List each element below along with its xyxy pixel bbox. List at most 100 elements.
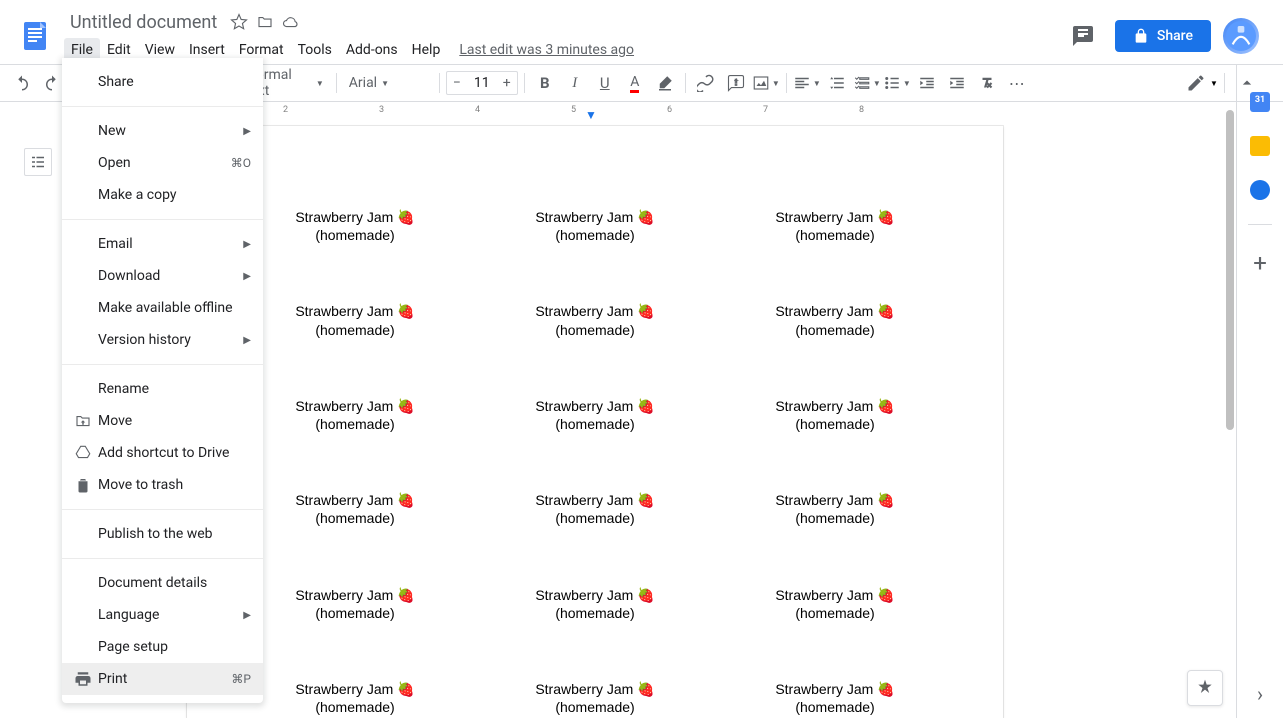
label-cell[interactable]: Strawberry Jam 🍓(homemade) [475, 397, 715, 433]
label-cell[interactable]: Strawberry Jam 🍓(homemade) [235, 302, 475, 338]
align-button[interactable]: ▼ [793, 69, 821, 97]
file-menu-download[interactable]: Download▶ [62, 260, 263, 292]
label-cell[interactable]: Strawberry Jam 🍓(homemade) [475, 208, 715, 244]
share-button[interactable]: Share [1115, 20, 1211, 52]
insert-image-button[interactable]: ▼ [752, 69, 780, 97]
blank-icon [74, 330, 98, 350]
ruler-tick: 6 [667, 105, 763, 115]
more-button[interactable]: ⋯ [1003, 69, 1031, 97]
file-menu-rename[interactable]: Rename [62, 373, 263, 405]
menu-item-label: Print [98, 671, 231, 687]
last-edit-link[interactable]: Last edit was 3 minutes ago [459, 42, 634, 58]
bold-button[interactable]: B [531, 69, 559, 97]
calendar-addon-icon[interactable] [1250, 92, 1270, 112]
file-menu-open[interactable]: Open⌘O [62, 147, 263, 179]
file-menu-add-shortcut-to-drive[interactable]: Add shortcut to Drive [62, 437, 263, 469]
underline-button[interactable]: U [591, 69, 619, 97]
label-cell[interactable]: Strawberry Jam 🍓(homemade) [715, 208, 955, 244]
document-page[interactable]: Strawberry Jam 🍓(homemade)Strawberry Jam… [187, 126, 1003, 718]
docs-logo[interactable] [16, 16, 56, 56]
side-panel: + › [1236, 64, 1283, 718]
font-size-stepper[interactable]: − 11 + [446, 71, 518, 95]
menu-help[interactable]: Help [405, 38, 448, 62]
label-cell[interactable]: Strawberry Jam 🍓(homemade) [235, 491, 475, 527]
label-cell[interactable]: Strawberry Jam 🍓(homemade) [475, 491, 715, 527]
font-size-value[interactable]: 11 [467, 75, 497, 91]
hide-side-panel-button[interactable]: › [1257, 682, 1263, 706]
document-title[interactable]: Untitled document [64, 10, 223, 35]
move-folder-icon[interactable] [255, 12, 275, 32]
decrease-indent-button[interactable] [913, 69, 941, 97]
label-cell[interactable]: Strawberry Jam 🍓(homemade) [475, 680, 715, 716]
submenu-arrow-icon: ▶ [243, 271, 251, 282]
tasks-addon-icon[interactable] [1250, 180, 1270, 200]
highlight-button[interactable] [651, 69, 679, 97]
ruler-tick: 4 [475, 105, 571, 115]
file-menu-make-a-copy[interactable]: Make a copy [62, 179, 263, 211]
file-menu-move-to-trash[interactable]: Move to trash [62, 469, 263, 501]
ruler-tick: 2 [283, 105, 379, 115]
bulleted-list-button[interactable]: ▼ [883, 69, 911, 97]
star-icon[interactable] [229, 12, 249, 32]
ruler-tick: 7 [763, 105, 859, 115]
clear-formatting-button[interactable] [973, 69, 1001, 97]
menu-item-label: Download [98, 268, 243, 284]
text-color-button[interactable]: A [621, 69, 649, 97]
label-cell[interactable]: Strawberry Jam 🍓(homemade) [235, 397, 475, 433]
file-menu-print[interactable]: Print⌘P [62, 663, 263, 695]
label-cell[interactable]: Strawberry Jam 🍓(homemade) [475, 586, 715, 622]
undo-button[interactable] [8, 69, 36, 97]
comment-history-button[interactable] [1063, 16, 1103, 56]
menu-tools[interactable]: Tools [291, 38, 339, 62]
vertical-scrollbar[interactable] [1222, 102, 1236, 718]
menu-item-label: Version history [98, 332, 243, 348]
account-avatar[interactable] [1223, 18, 1259, 54]
label-cell[interactable]: Strawberry Jam 🍓(homemade) [715, 586, 955, 622]
editing-mode-button[interactable]: ▼ [1186, 69, 1218, 97]
label-cell[interactable]: Strawberry Jam 🍓(homemade) [715, 397, 955, 433]
blank-icon [74, 524, 98, 544]
explore-button[interactable] [1187, 670, 1223, 706]
menu-addons[interactable]: Add-ons [339, 38, 405, 62]
file-menu-email[interactable]: Email▶ [62, 228, 263, 260]
file-menu-language[interactable]: Language▶ [62, 599, 263, 631]
trash-icon [74, 475, 98, 495]
blank-icon [74, 234, 98, 254]
menu-item-label: Document details [98, 575, 251, 591]
label-cell[interactable]: Strawberry Jam 🍓(homemade) [715, 491, 955, 527]
increase-indent-button[interactable] [943, 69, 971, 97]
font-size-decrease[interactable]: − [447, 75, 467, 91]
label-cell[interactable]: Strawberry Jam 🍓(homemade) [715, 680, 955, 716]
label-cell[interactable]: Strawberry Jam 🍓(homemade) [235, 208, 475, 244]
file-menu-share[interactable]: Share [62, 66, 263, 98]
blank-icon [74, 379, 98, 399]
insert-comment-button[interactable]: + [722, 69, 750, 97]
line-spacing-button[interactable] [823, 69, 851, 97]
menu-item-label: Open [98, 155, 231, 171]
file-menu-version-history[interactable]: Version history▶ [62, 324, 263, 356]
italic-button[interactable]: I [561, 69, 589, 97]
blank-icon [74, 298, 98, 318]
submenu-arrow-icon: ▶ [243, 335, 251, 346]
get-addons-button[interactable]: + [1253, 249, 1267, 277]
file-menu-move[interactable]: Move [62, 405, 263, 437]
file-menu-new[interactable]: New▶ [62, 115, 263, 147]
ruler-tick: 8 [859, 105, 955, 115]
label-cell[interactable]: Strawberry Jam 🍓(homemade) [715, 302, 955, 338]
label-cell[interactable]: Strawberry Jam 🍓(homemade) [475, 302, 715, 338]
horizontal-ruler[interactable]: 12345678 [187, 102, 955, 118]
label-cell[interactable]: Strawberry Jam 🍓(homemade) [235, 586, 475, 622]
keep-addon-icon[interactable] [1250, 136, 1270, 156]
file-menu-make-available-offline[interactable]: Make available offline [62, 292, 263, 324]
file-menu-page-setup[interactable]: Page setup [62, 631, 263, 663]
font-dropdown[interactable]: Arial▼ [343, 69, 433, 97]
checklist-button[interactable]: ▼ [853, 69, 881, 97]
file-menu-document-details[interactable]: Document details [62, 567, 263, 599]
indent-marker-icon[interactable]: ▼ [585, 108, 597, 122]
cloud-status-icon[interactable] [281, 12, 301, 32]
blank-icon [74, 605, 98, 625]
font-size-increase[interactable]: + [497, 75, 517, 91]
label-cell[interactable]: Strawberry Jam 🍓(homemade) [235, 680, 475, 716]
insert-link-button[interactable] [692, 69, 720, 97]
file-menu-publish-to-the-web[interactable]: Publish to the web [62, 518, 263, 550]
